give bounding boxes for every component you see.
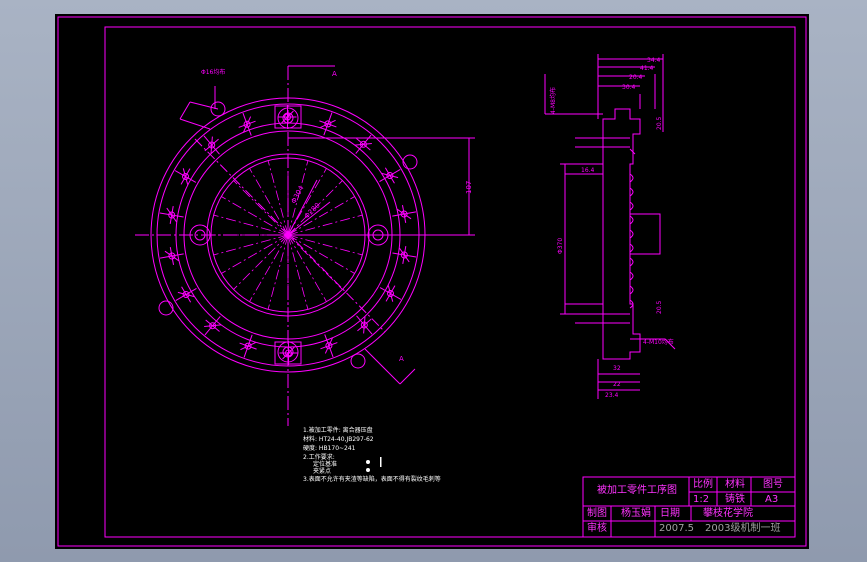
date-label: 日期 xyxy=(660,508,680,519)
callout-left: Φ16均布 xyxy=(201,68,225,76)
side-dim-6: 16.4 xyxy=(581,167,595,174)
note-line-4: 2.工作要求: xyxy=(303,453,335,461)
scale-value: 1:2 xyxy=(693,494,710,505)
drawing-no-value: A3 xyxy=(765,494,779,505)
drawn-label: 制图 xyxy=(587,508,607,519)
material-label: 材料 xyxy=(725,479,745,490)
pressure-lug xyxy=(159,206,184,224)
inner-border xyxy=(104,26,796,538)
cad-drawing: A A 107 Φ280 Φ304 Φ16均布 4-M8均布 4-M10均布 3… xyxy=(57,16,807,547)
callout-bottom: 4-M10均布 xyxy=(643,338,674,346)
note-line-3: 硬度: HB170~241 xyxy=(303,444,356,452)
outer-border xyxy=(57,16,807,547)
section-mark-a-bottom: A xyxy=(399,355,404,363)
side-dim-4: 30.4 xyxy=(622,84,636,91)
side-dim-7: 20.5 xyxy=(656,300,663,314)
note-line-6: 夹紧点 xyxy=(313,467,331,475)
note-line-7: 3.表面不允许有夹渣等缺陷，表面不得有裂纹毛刺等 xyxy=(303,475,441,483)
side-dim-10: 23.4 xyxy=(605,392,619,399)
note-line-2: 材料: HT24-40,JB297-62 xyxy=(303,435,374,443)
material-value: 铸铁 xyxy=(725,494,745,505)
side-dim-phi370: Φ370 xyxy=(557,238,564,254)
check-label: 审核 xyxy=(587,523,607,534)
side-dim-2: 41.4 xyxy=(640,65,654,72)
side-dim-5: 20.5 xyxy=(656,116,663,130)
notes: 1.被加工零件: 离合器压盘 材料: HT24-40,JB297-62 硬度: … xyxy=(303,426,441,483)
pressure-lug xyxy=(392,205,416,223)
school-name: 攀枝花学院 xyxy=(703,508,753,519)
drawing-no-label: 图号 xyxy=(763,479,783,490)
dim-phi304: Φ304 xyxy=(290,184,306,205)
callout-top: 4-M8均布 xyxy=(549,87,557,114)
drawing-sheet: A A 107 Φ280 Φ304 Φ16均布 4-M8均布 4-M10均布 3… xyxy=(55,14,809,549)
note-line-1: 1.被加工零件: 离合器压盘 xyxy=(303,426,373,434)
front-view xyxy=(135,65,475,426)
note-line-5: 定位基准 xyxy=(313,460,337,468)
side-dim-9: 22 xyxy=(613,381,621,388)
title-block-title: 被加工零件工序图 xyxy=(597,485,677,496)
notes-symbols xyxy=(366,457,382,472)
scale-label: 比例 xyxy=(693,479,713,490)
side-dim-1: 34.4 xyxy=(647,57,661,64)
dim-107: 107 xyxy=(465,181,473,194)
section-mark-a-top: A xyxy=(332,70,337,78)
side-dim-3: 20.4 xyxy=(629,74,643,81)
class-name: 2003级机制一班 xyxy=(705,523,781,534)
drawer-name: 杨玉娟 xyxy=(621,508,651,519)
side-view xyxy=(544,54,676,399)
side-dim-8: 32 xyxy=(613,365,621,372)
date-value: 2007.5 xyxy=(659,523,694,534)
pressure-lug xyxy=(160,247,184,265)
pressure-lug xyxy=(392,246,417,264)
